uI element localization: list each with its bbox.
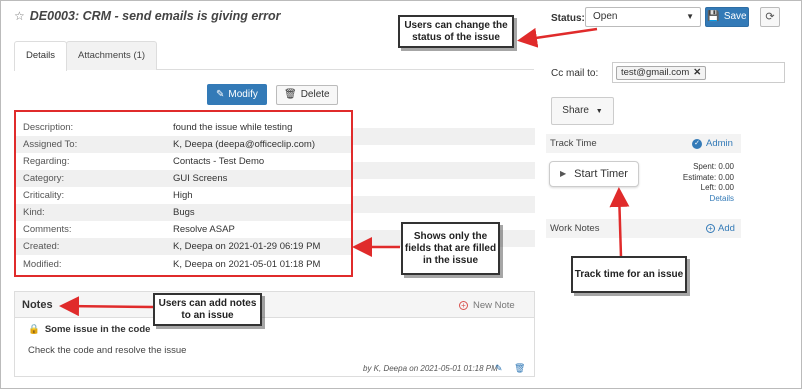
add-label: Add [718, 223, 735, 234]
field-row-regarding: Regarding: Contacts - Test Demo [16, 153, 351, 170]
status-value: Open [593, 11, 618, 22]
star-outline-icon[interactable]: ☆ [14, 9, 25, 23]
field-value: Bugs [173, 207, 195, 218]
field-row-description: Description: found the issue while testi… [16, 119, 351, 136]
time-details-link[interactable]: Details [670, 194, 734, 205]
status-select[interactable]: Open ▼ [585, 7, 701, 27]
admin-link[interactable]: ✓ Admin [692, 134, 733, 153]
lock-icon: 🔒 [28, 324, 40, 335]
field-row-assigned-to: Assigned To: K, Deepa (deepa@officeclip.… [16, 136, 351, 153]
field-label: Comments: [23, 224, 72, 235]
save-label: Save [723, 11, 747, 22]
field-value: K, Deepa on 2021-01-29 06:19 PM [173, 241, 321, 252]
field-label: Kind: [23, 207, 45, 218]
field-value: found the issue while testing [173, 122, 293, 133]
field-label: Regarding: [23, 156, 70, 167]
floppy-disk-icon: 💾 [707, 11, 720, 22]
start-timer-button[interactable]: ▶ Start Timer [549, 161, 639, 187]
modify-label: Modify [228, 89, 258, 100]
field-value: GUI Screens [173, 173, 228, 184]
work-notes-title: Work Notes [550, 223, 600, 234]
time-stats: Spent: 0.00 Estimate: 0.00 Left: 0.00 De… [670, 162, 734, 204]
share-label: Share [562, 105, 589, 116]
row-stripe-ext [353, 128, 535, 145]
field-row-comments: Comments: Resolve ASAP [16, 221, 351, 238]
edit-note-icon[interactable]: ✎ [495, 363, 503, 374]
modify-button[interactable]: ✎ Modify [207, 84, 267, 105]
time-estimate: Estimate: 0.00 [682, 172, 734, 182]
field-label: Modified: [23, 259, 62, 270]
pencil-icon: ✎ [216, 89, 225, 100]
note-body: Check the code and resolve the issue [28, 345, 187, 356]
issue-title-text: DE0003: CRM - send emails is giving erro… [29, 9, 281, 23]
start-timer-label: Start Timer [574, 168, 628, 180]
tab-attachments[interactable]: Attachments (1) [66, 41, 158, 70]
field-value: K, Deepa (deepa@officeclip.com) [173, 139, 316, 150]
caret-down-icon: ▼ [686, 12, 694, 21]
field-label: Criticality: [23, 190, 65, 201]
callout-fields: Shows only the fields that are filled in… [401, 222, 500, 275]
field-value: K, Deepa on 2021-05-01 01:18 PM [173, 259, 321, 270]
admin-label: Admin [706, 138, 733, 149]
refresh-icon: ⟳ [765, 11, 775, 23]
tab-details[interactable]: Details [14, 41, 68, 71]
row-stripe-ext [353, 196, 535, 213]
field-value: Contacts - Test Demo [173, 156, 265, 167]
play-icon: ▶ [560, 169, 567, 178]
status-label: Status: [551, 13, 585, 24]
issue-fields-table: Description: found the issue while testi… [14, 110, 353, 277]
cc-email-text: test@gmail.com [621, 67, 690, 78]
cc-mail-input[interactable]: test@gmail.com ✕ [612, 62, 785, 83]
notes-header: Notes + New Note [15, 292, 534, 318]
refresh-button[interactable]: ⟳ [760, 7, 780, 27]
note-item-title: 🔒 Some issue in the code [28, 324, 150, 335]
share-button[interactable]: Share ▼ [551, 97, 614, 125]
row-stripe-ext [353, 162, 535, 179]
delete-label: Delete [300, 89, 330, 100]
cc-mail-label: Cc mail to: [551, 68, 599, 79]
callout-notes: Users can add notes to an issue [153, 293, 262, 326]
track-time-title: Track Time [550, 138, 597, 149]
time-spent: Spent: 0.00 [693, 162, 734, 171]
callout-track: Track time for an issue [571, 256, 687, 293]
note-title-text: Some issue in the code [44, 324, 151, 335]
plus-circle-icon: + [459, 301, 468, 310]
field-label: Created: [23, 241, 60, 252]
field-row-kind: Kind: Bugs [16, 204, 351, 221]
track-time-header: Track Time ✓ Admin [546, 134, 741, 153]
trash-icon: 🗑 [284, 89, 297, 100]
issue-title: ☆ DE0003: CRM - send emails is giving er… [14, 9, 281, 23]
add-work-note-button[interactable]: + Add [706, 219, 735, 238]
field-row-modified: Modified: K, Deepa on 2021-05-01 01:18 P… [16, 256, 351, 273]
field-row-criticality: Criticality: High [16, 187, 351, 204]
notes-title: Notes [22, 299, 53, 311]
check-badge-icon: ✓ [692, 138, 702, 149]
notes-panel: Notes + New Note 🔒 Some issue in the cod… [14, 291, 535, 377]
callout-status: Users can change the status of the issue [398, 15, 514, 48]
field-value: High [173, 190, 193, 201]
field-row-category: Category: GUI Screens [16, 170, 351, 187]
field-label: Assigned To: [23, 139, 78, 150]
field-label: Category: [23, 173, 65, 184]
time-left: Left: 0.00 [700, 183, 734, 192]
note-meta: by K, Deepa on 2021-05-01 01:18 PM [363, 364, 498, 373]
field-row-created: Created: K, Deepa on 2021-01-29 06:19 PM [16, 238, 351, 255]
delete-note-icon[interactable]: 🗑 [514, 363, 525, 374]
plus-circle-icon: + [706, 224, 715, 233]
field-label: Description: [23, 122, 74, 133]
cc-email-tag[interactable]: test@gmail.com ✕ [616, 66, 707, 80]
new-note-label: New Note [473, 300, 515, 311]
field-value: Resolve ASAP [173, 224, 235, 235]
save-button[interactable]: 💾 Save [705, 7, 749, 27]
new-note-button[interactable]: + New Note [459, 300, 515, 311]
caret-down-icon: ▼ [595, 108, 603, 115]
remove-tag-icon[interactable]: ✕ [693, 67, 701, 79]
delete-button[interactable]: 🗑 Delete [276, 85, 338, 105]
work-notes-header: Work Notes + Add [546, 219, 741, 238]
